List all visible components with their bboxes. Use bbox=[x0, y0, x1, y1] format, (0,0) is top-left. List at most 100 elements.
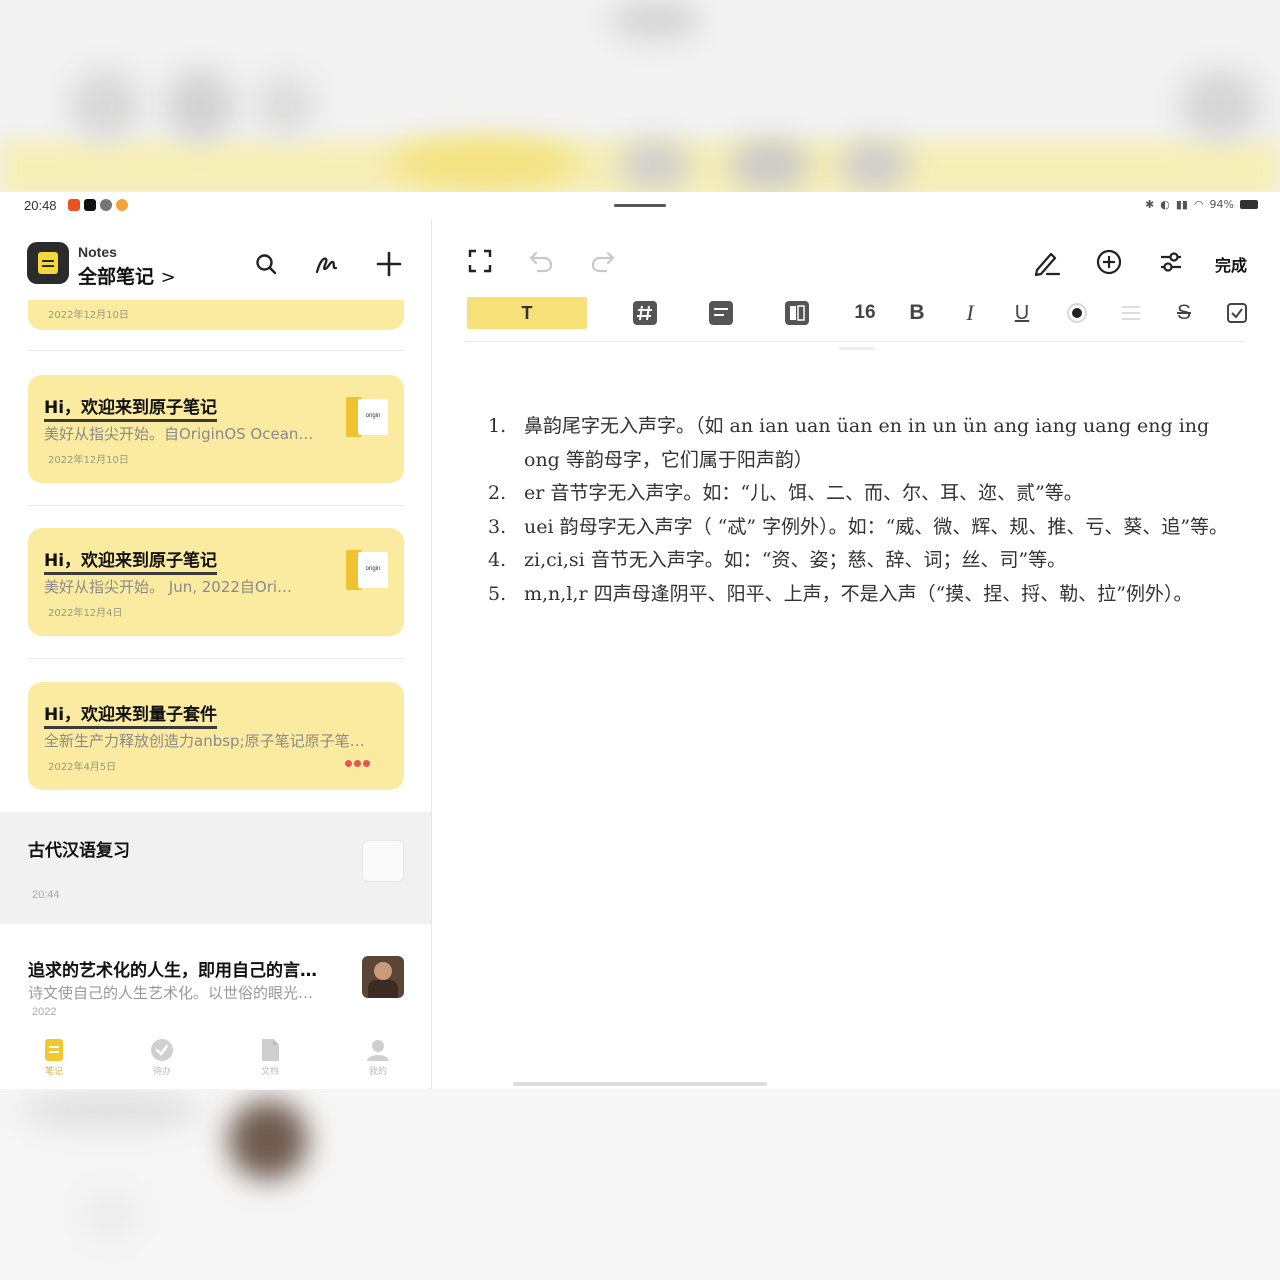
text-style-button[interactable]: T bbox=[467, 297, 587, 329]
done-button[interactable]: 完成 bbox=[1215, 252, 1247, 276]
list-item: 2. er 音节字无入声字。如：“儿、饵、二、而、尔、耳、迩、贰”等。 bbox=[488, 477, 1248, 511]
list-item: 4. zi,ci,si 音节无入声字。如：“资、姿；慈、辞、词；丝、司”等。 bbox=[488, 544, 1248, 578]
list-number: 4. bbox=[488, 549, 507, 571]
italic-button[interactable]: I bbox=[956, 297, 984, 329]
note-list-item[interactable]: 追求的艺术化的人生，即用自己的言… 诗文使自己的人生艺术化。以世俗的眼光… 20… bbox=[0, 934, 431, 1032]
plus-circle-icon bbox=[1096, 249, 1122, 275]
note-date: 2022年12月4日 bbox=[48, 608, 123, 619]
heading-button[interactable] bbox=[629, 297, 661, 329]
note-time: 2022 bbox=[32, 1006, 57, 1018]
list-text: uei 韵母字无入声字（ “忒” 字例外）。如：“威、微、辉、规、推、亏、葵、追… bbox=[524, 515, 1229, 538]
align-icon bbox=[1122, 306, 1140, 320]
note-content[interactable]: 1. 鼻韵尾字无入声字。（如 an ian uan üan en in un ü… bbox=[488, 410, 1248, 611]
tab-todo[interactable]: 待办 bbox=[108, 1032, 216, 1089]
divider bbox=[28, 658, 404, 659]
list-number: 5. bbox=[488, 582, 507, 605]
redo-button[interactable] bbox=[589, 248, 617, 274]
note-title: Hi，欢迎来到量子套件 bbox=[44, 700, 218, 729]
user-icon bbox=[367, 1040, 389, 1061]
search-icon bbox=[256, 254, 277, 275]
layout-button[interactable] bbox=[781, 297, 813, 329]
bottom-tab-bar: 笔记 待办 文档 我的 bbox=[0, 1032, 431, 1089]
font-size-button[interactable]: 16 bbox=[849, 297, 881, 329]
divider bbox=[28, 350, 404, 351]
list-number: 2. bbox=[488, 482, 507, 504]
bold-icon: B bbox=[909, 301, 925, 324]
note-date: 2022年12月10日 bbox=[48, 310, 129, 321]
notes-sidebar: 2022年12月10日 Hi，欢迎来到原子笔记 美好从指尖开始。自OriginO… bbox=[0, 220, 432, 1089]
handwriting-icon bbox=[315, 257, 338, 274]
home-indicator[interactable] bbox=[513, 1082, 767, 1086]
list-number: 1. bbox=[488, 415, 507, 437]
checkbox-button[interactable] bbox=[1223, 297, 1251, 329]
todo-check-icon bbox=[151, 1039, 173, 1061]
chevron-right-icon: > bbox=[160, 267, 176, 288]
bold-button[interactable]: B bbox=[903, 297, 931, 329]
note-date: 2022年12月10日 bbox=[48, 455, 129, 466]
text-style-label: T bbox=[521, 302, 533, 323]
note-card[interactable]: Hi，欢迎来到原子笔记 美好从指尖开始。 Jun, 2022自Ori… 2022… bbox=[28, 528, 404, 636]
pen-tool-button[interactable] bbox=[1033, 248, 1061, 276]
note-preview: 美好从指尖开始。自OriginOS Ocean… bbox=[44, 425, 314, 443]
hash-icon bbox=[633, 301, 657, 325]
folder-selector[interactable]: 全部笔记 > bbox=[78, 262, 176, 289]
list-text: zi,ci,si 音节无入声字。如：“资、姿；慈、辞、词；丝、司”等。 bbox=[524, 549, 1067, 571]
status-bar: 20:48 ✱ ◐ ▮▮ ◠ 94% bbox=[0, 192, 1280, 220]
wifi-icon: ◠ bbox=[1193, 198, 1204, 211]
columns-icon bbox=[785, 301, 809, 325]
alignment-button[interactable] bbox=[1117, 297, 1145, 329]
undo-button[interactable] bbox=[527, 248, 555, 274]
note-thumbnail: origin bbox=[346, 397, 388, 437]
note-date: 2022年4月5日 bbox=[48, 762, 117, 773]
handwriting-button[interactable] bbox=[311, 248, 343, 280]
mute-icon: ◐ bbox=[1160, 198, 1170, 211]
note-list-item[interactable]: 古代汉语复习 20:44 bbox=[0, 812, 431, 924]
tab-documents[interactable]: 文档 bbox=[216, 1032, 324, 1089]
fullscreen-button[interactable] bbox=[467, 248, 493, 274]
block-style-button[interactable] bbox=[705, 297, 737, 329]
blurred-backdrop-bottom bbox=[0, 1090, 1280, 1280]
status-time: 20:48 bbox=[24, 198, 57, 213]
tab-label: 文档 bbox=[260, 1067, 279, 1077]
split-view-handle[interactable] bbox=[614, 204, 666, 207]
settings-button[interactable] bbox=[1157, 248, 1185, 276]
note-title: 古代汉语复习 bbox=[28, 841, 130, 861]
color-picker-icon bbox=[1067, 303, 1087, 323]
note-thumbnail bbox=[362, 840, 404, 882]
add-note-button[interactable] bbox=[373, 248, 405, 280]
list-text: m,n,l,r 四声母逢阴平、阳平、上声，不是入声（“摸、捏、捋、勒、拉”例外）… bbox=[524, 582, 1193, 605]
notification-app-icon bbox=[100, 199, 112, 211]
note-card[interactable]: Hi，欢迎来到原子笔记 美好从指尖开始。自OriginOS Ocean… 202… bbox=[28, 375, 404, 483]
sidebar-header: Notes 全部笔记 > bbox=[0, 220, 431, 300]
redo-icon bbox=[591, 251, 615, 273]
notification-app-icon bbox=[84, 199, 96, 211]
plus-icon bbox=[376, 251, 402, 277]
note-title: 追求的艺术化的人生，即用自己的言… bbox=[28, 961, 317, 981]
note-time: 20:44 bbox=[32, 889, 60, 901]
color-dots-icon bbox=[345, 760, 370, 767]
strikethrough-button[interactable]: S bbox=[1170, 297, 1198, 329]
tab-profile[interactable]: 我的 bbox=[324, 1032, 431, 1089]
fullscreen-icon bbox=[468, 249, 492, 273]
toolbar-divider bbox=[465, 341, 1245, 342]
format-toolbar: T 16 B I U S bbox=[433, 292, 1280, 336]
note-thumbnail: origin bbox=[346, 550, 388, 590]
tab-notes[interactable]: 笔记 bbox=[0, 1032, 108, 1089]
tab-label: 笔记 bbox=[44, 1067, 63, 1077]
search-button[interactable] bbox=[250, 248, 282, 280]
insert-button[interactable] bbox=[1095, 248, 1123, 276]
notes-tab-icon bbox=[45, 1039, 63, 1061]
note-editor: 完成 T 16 B I U S 1. 鼻韵尾字无入声字。（如 an ian ua… bbox=[433, 220, 1280, 1089]
font-size-value: 16 bbox=[854, 302, 876, 323]
status-indicators: ✱ ◐ ▮▮ ◠ 94% bbox=[1145, 198, 1258, 211]
toolbar-collapse-handle[interactable] bbox=[839, 347, 875, 350]
text-color-button[interactable] bbox=[1063, 297, 1091, 329]
note-card[interactable]: Hi，欢迎来到量子套件 全新生产力释放创造力anbsp;原子笔记原子笔… 202… bbox=[28, 682, 404, 790]
underline-button[interactable]: U bbox=[1008, 297, 1036, 329]
battery-icon bbox=[1240, 200, 1258, 209]
tablet-screen: 20:48 ✱ ◐ ▮▮ ◠ 94% 2022年12月10日 Hi，欢迎来到原子… bbox=[0, 192, 1280, 1089]
notes-app-icon bbox=[27, 242, 69, 284]
list-item: 5. m,n,l,r 四声母逢阴平、阳平、上声，不是入声（“摸、捏、捋、勒、拉”… bbox=[488, 578, 1248, 612]
bluetooth-icon: ✱ bbox=[1145, 198, 1155, 211]
app-name: Notes bbox=[78, 244, 117, 260]
